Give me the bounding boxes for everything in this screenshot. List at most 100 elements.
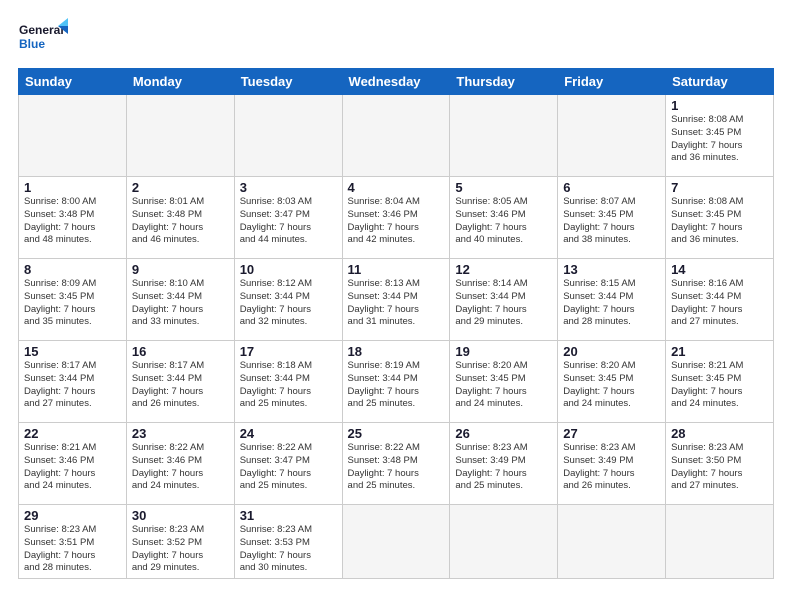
day-number: 10 xyxy=(240,262,337,277)
calendar-cell: 31Sunrise: 8:23 AMSunset: 3:53 PMDayligh… xyxy=(234,505,342,579)
day-number: 1 xyxy=(24,180,121,195)
day-number: 7 xyxy=(671,180,768,195)
day-of-week-header: Sunday xyxy=(19,69,127,95)
day-number: 24 xyxy=(240,426,337,441)
day-number: 8 xyxy=(24,262,121,277)
calendar-cell xyxy=(126,95,234,177)
calendar-cell: 23Sunrise: 8:22 AMSunset: 3:46 PMDayligh… xyxy=(126,423,234,505)
calendar-cell: 19Sunrise: 8:20 AMSunset: 3:45 PMDayligh… xyxy=(450,341,558,423)
day-info: Sunrise: 8:23 AMSunset: 3:53 PMDaylight:… xyxy=(240,524,337,575)
day-number: 16 xyxy=(132,344,229,359)
day-info: Sunrise: 8:22 AMSunset: 3:48 PMDaylight:… xyxy=(348,442,445,493)
calendar-cell xyxy=(558,95,666,177)
calendar-cell: 9Sunrise: 8:10 AMSunset: 3:44 PMDaylight… xyxy=(126,259,234,341)
day-number: 18 xyxy=(348,344,445,359)
calendar-cell xyxy=(19,95,127,177)
day-info: Sunrise: 8:04 AMSunset: 3:46 PMDaylight:… xyxy=(348,196,445,247)
calendar-cell: 14Sunrise: 8:16 AMSunset: 3:44 PMDayligh… xyxy=(666,259,774,341)
day-number: 26 xyxy=(455,426,552,441)
calendar-cell: 20Sunrise: 8:20 AMSunset: 3:45 PMDayligh… xyxy=(558,341,666,423)
calendar-week-row: 1Sunrise: 8:08 AMSunset: 3:45 PMDaylight… xyxy=(19,95,774,177)
day-info: Sunrise: 8:00 AMSunset: 3:48 PMDaylight:… xyxy=(24,196,121,247)
day-of-week-header: Monday xyxy=(126,69,234,95)
calendar-cell: 4Sunrise: 8:04 AMSunset: 3:46 PMDaylight… xyxy=(342,177,450,259)
day-info: Sunrise: 8:21 AMSunset: 3:46 PMDaylight:… xyxy=(24,442,121,493)
day-number: 9 xyxy=(132,262,229,277)
calendar-cell xyxy=(450,505,558,579)
day-number: 1 xyxy=(671,98,768,113)
day-number: 25 xyxy=(348,426,445,441)
calendar-cell: 7Sunrise: 8:08 AMSunset: 3:45 PMDaylight… xyxy=(666,177,774,259)
day-info: Sunrise: 8:15 AMSunset: 3:44 PMDaylight:… xyxy=(563,278,660,329)
calendar-cell: 8Sunrise: 8:09 AMSunset: 3:45 PMDaylight… xyxy=(19,259,127,341)
calendar-cell: 16Sunrise: 8:17 AMSunset: 3:44 PMDayligh… xyxy=(126,341,234,423)
day-of-week-header: Thursday xyxy=(450,69,558,95)
day-number: 6 xyxy=(563,180,660,195)
day-number: 2 xyxy=(132,180,229,195)
calendar-cell: 28Sunrise: 8:23 AMSunset: 3:50 PMDayligh… xyxy=(666,423,774,505)
calendar-cell: 6Sunrise: 8:07 AMSunset: 3:45 PMDaylight… xyxy=(558,177,666,259)
day-info: Sunrise: 8:09 AMSunset: 3:45 PMDaylight:… xyxy=(24,278,121,329)
day-number: 30 xyxy=(132,508,229,523)
calendar-cell: 25Sunrise: 8:22 AMSunset: 3:48 PMDayligh… xyxy=(342,423,450,505)
calendar-cell: 30Sunrise: 8:23 AMSunset: 3:52 PMDayligh… xyxy=(126,505,234,579)
calendar-cell xyxy=(234,95,342,177)
day-info: Sunrise: 8:13 AMSunset: 3:44 PMDaylight:… xyxy=(348,278,445,329)
calendar-cell: 21Sunrise: 8:21 AMSunset: 3:45 PMDayligh… xyxy=(666,341,774,423)
day-info: Sunrise: 8:16 AMSunset: 3:44 PMDaylight:… xyxy=(671,278,768,329)
day-number: 31 xyxy=(240,508,337,523)
day-info: Sunrise: 8:08 AMSunset: 3:45 PMDaylight:… xyxy=(671,196,768,247)
day-number: 5 xyxy=(455,180,552,195)
day-of-week-header: Friday xyxy=(558,69,666,95)
day-number: 4 xyxy=(348,180,445,195)
day-number: 14 xyxy=(671,262,768,277)
calendar-cell: 11Sunrise: 8:13 AMSunset: 3:44 PMDayligh… xyxy=(342,259,450,341)
calendar-cell: 5Sunrise: 8:05 AMSunset: 3:46 PMDaylight… xyxy=(450,177,558,259)
day-number: 17 xyxy=(240,344,337,359)
day-number: 19 xyxy=(455,344,552,359)
day-info: Sunrise: 8:23 AMSunset: 3:52 PMDaylight:… xyxy=(132,524,229,575)
day-info: Sunrise: 8:20 AMSunset: 3:45 PMDaylight:… xyxy=(563,360,660,411)
calendar-cell: 26Sunrise: 8:23 AMSunset: 3:49 PMDayligh… xyxy=(450,423,558,505)
svg-text:General: General xyxy=(19,23,64,37)
calendar: SundayMondayTuesdayWednesdayThursdayFrid… xyxy=(18,68,774,579)
calendar-cell: 15Sunrise: 8:17 AMSunset: 3:44 PMDayligh… xyxy=(19,341,127,423)
calendar-cell: 3Sunrise: 8:03 AMSunset: 3:47 PMDaylight… xyxy=(234,177,342,259)
calendar-cell: 27Sunrise: 8:23 AMSunset: 3:49 PMDayligh… xyxy=(558,423,666,505)
day-number: 20 xyxy=(563,344,660,359)
day-info: Sunrise: 8:21 AMSunset: 3:45 PMDaylight:… xyxy=(671,360,768,411)
calendar-cell: 13Sunrise: 8:15 AMSunset: 3:44 PMDayligh… xyxy=(558,259,666,341)
calendar-week-row: 15Sunrise: 8:17 AMSunset: 3:44 PMDayligh… xyxy=(19,341,774,423)
calendar-cell: 2Sunrise: 8:01 AMSunset: 3:48 PMDaylight… xyxy=(126,177,234,259)
day-info: Sunrise: 8:23 AMSunset: 3:49 PMDaylight:… xyxy=(455,442,552,493)
day-of-week-header: Wednesday xyxy=(342,69,450,95)
day-number: 12 xyxy=(455,262,552,277)
calendar-cell xyxy=(666,505,774,579)
calendar-cell: 22Sunrise: 8:21 AMSunset: 3:46 PMDayligh… xyxy=(19,423,127,505)
calendar-cell xyxy=(342,95,450,177)
day-info: Sunrise: 8:12 AMSunset: 3:44 PMDaylight:… xyxy=(240,278,337,329)
day-number: 3 xyxy=(240,180,337,195)
calendar-cell: 24Sunrise: 8:22 AMSunset: 3:47 PMDayligh… xyxy=(234,423,342,505)
calendar-cell: 18Sunrise: 8:19 AMSunset: 3:44 PMDayligh… xyxy=(342,341,450,423)
day-info: Sunrise: 8:18 AMSunset: 3:44 PMDaylight:… xyxy=(240,360,337,411)
day-number: 29 xyxy=(24,508,121,523)
logo-svg: General Blue xyxy=(18,18,68,60)
logo: General Blue xyxy=(18,18,68,60)
calendar-week-row: 8Sunrise: 8:09 AMSunset: 3:45 PMDaylight… xyxy=(19,259,774,341)
day-info: Sunrise: 8:01 AMSunset: 3:48 PMDaylight:… xyxy=(132,196,229,247)
day-info: Sunrise: 8:19 AMSunset: 3:44 PMDaylight:… xyxy=(348,360,445,411)
day-info: Sunrise: 8:22 AMSunset: 3:46 PMDaylight:… xyxy=(132,442,229,493)
day-info: Sunrise: 8:17 AMSunset: 3:44 PMDaylight:… xyxy=(132,360,229,411)
day-number: 13 xyxy=(563,262,660,277)
calendar-cell: 17Sunrise: 8:18 AMSunset: 3:44 PMDayligh… xyxy=(234,341,342,423)
day-info: Sunrise: 8:08 AMSunset: 3:45 PMDaylight:… xyxy=(671,114,768,165)
day-info: Sunrise: 8:23 AMSunset: 3:50 PMDaylight:… xyxy=(671,442,768,493)
day-info: Sunrise: 8:22 AMSunset: 3:47 PMDaylight:… xyxy=(240,442,337,493)
day-of-week-header: Tuesday xyxy=(234,69,342,95)
svg-text:Blue: Blue xyxy=(19,37,45,51)
calendar-week-row: 1Sunrise: 8:00 AMSunset: 3:48 PMDaylight… xyxy=(19,177,774,259)
day-number: 11 xyxy=(348,262,445,277)
calendar-week-row: 22Sunrise: 8:21 AMSunset: 3:46 PMDayligh… xyxy=(19,423,774,505)
day-info: Sunrise: 8:23 AMSunset: 3:49 PMDaylight:… xyxy=(563,442,660,493)
